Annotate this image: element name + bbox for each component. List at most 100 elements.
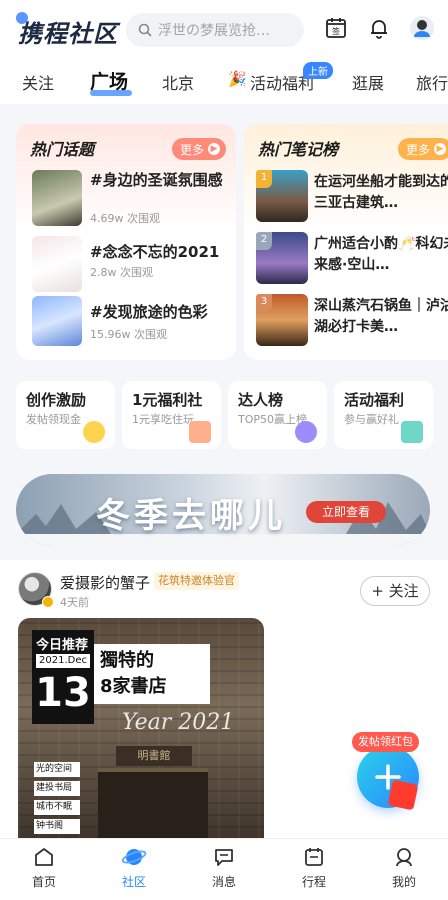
more-label: 更多 [406, 142, 431, 157]
topic-thumbnail [32, 170, 82, 226]
topic-thumbnail [32, 236, 82, 292]
nav-label: 社区 [121, 875, 146, 889]
quick-entry-top-creators[interactable]: 达人榜 TOP50赢上榜 [228, 381, 327, 449]
quick-entry-creation-reward[interactable]: 创作激励 发帖领现金 [16, 381, 115, 449]
nav-messages[interactable]: 消息 [192, 845, 256, 895]
recommend-date-box: 今日推荐 2021.Dec 13 [32, 630, 94, 724]
hot-notes-title: 热门笔记榜 [258, 140, 339, 159]
planet-icon [121, 849, 147, 865]
hot-topics-more-button[interactable]: 更多 ▶ [172, 138, 227, 160]
tab-travel[interactable]: 旅行 [416, 70, 448, 94]
search-placeholder: 浮世の梦展览抢… [158, 23, 270, 39]
arrow-right-icon: ▶ [208, 143, 221, 155]
tab-beijing[interactable]: 北京 [162, 70, 194, 94]
coin-icon [83, 421, 105, 443]
post-image-title: 獨特的 8家書店 [94, 644, 210, 704]
calendar-label: 签 [332, 26, 340, 36]
quick-entry-title: 达人榜 [238, 391, 284, 409]
gift-icon [189, 421, 211, 443]
note-item[interactable]: 1 在运河坐船才能到达的三亚古建筑… [256, 170, 448, 226]
quick-entry-one-yuan[interactable]: 1元福利社 1元享吃住玩 [122, 381, 221, 449]
nav-label: 我的 [391, 875, 416, 889]
hot-notes-more-button[interactable]: 更多 ▶ [398, 138, 448, 160]
note-item[interactable]: 2 广州适合小酌🥂科幻未来感·空山… [256, 232, 448, 288]
fab-red-packet-tag[interactable]: 发帖领红包 [352, 732, 419, 752]
side-tag: 城市不眠 [34, 800, 80, 815]
nav-label: 行程 [301, 875, 326, 889]
verified-badge-icon [42, 596, 54, 608]
quick-entry-subtitle: 1元享吃住玩 [132, 413, 194, 426]
search-icon [138, 23, 152, 37]
nav-label: 首页 [31, 875, 56, 889]
tab-follow[interactable]: 关注 [22, 70, 54, 94]
note-title: 深山蒸汽石锅鱼｜泸沽湖必打卡美… [314, 298, 448, 335]
rank-badge: 2 [256, 232, 272, 250]
topic-item[interactable]: #发现旅途的色彩 15.96w 次围观 [32, 296, 236, 352]
note-title: 在运河坐船才能到达的三亚古建筑… [314, 174, 448, 211]
topic-title: #身边的圣诞氛围感 [90, 171, 223, 189]
tab-square[interactable]: 广场 [90, 67, 128, 94]
follow-button[interactable]: + 关注 [360, 576, 430, 606]
nav-home[interactable]: 首页 [12, 845, 76, 895]
bookstore-door [98, 768, 208, 840]
new-badge: 上新 [303, 62, 333, 79]
more-label: 更多 [180, 142, 205, 157]
home-icon [35, 848, 53, 866]
nav-community[interactable]: 社区 [102, 845, 166, 895]
side-tag: 光的空间 [34, 762, 80, 777]
recommend-month: 2021.Dec [36, 654, 90, 668]
topic-views: 2.8w 次围观 [90, 266, 153, 279]
quick-entry-title: 创作激励 [26, 391, 87, 409]
bottom-nav: 首页 社区 消息 行程 我的 [0, 838, 448, 900]
topic-title: #发现旅途的色彩 [90, 303, 208, 321]
post-image[interactable]: 明書館 今日推荐 2021.Dec 13 獨特的 8家書店 Year 2021 … [18, 618, 264, 840]
post-time: 4天前 [60, 596, 89, 609]
message-icon [215, 849, 233, 866]
hot-topics-title: 热门话题 [30, 140, 95, 159]
party-icon [401, 421, 423, 443]
quick-entry-title: 活动福利 [344, 391, 405, 409]
recommend-label: 今日推荐 [36, 638, 89, 653]
party-popper-icon: 🎉 [228, 70, 247, 88]
quick-entry-title: 1元福利社 [132, 391, 203, 409]
topic-item[interactable]: #念念不忘的2021 2.8w 次围观 [32, 236, 236, 292]
note-title: 广州适合小酌🥂科幻未来感·空山… [314, 236, 448, 273]
topic-title: #念念不忘的2021 [90, 243, 220, 261]
banner-title: 冬季去哪儿 [96, 496, 286, 536]
rank-badge: 3 [256, 294, 272, 312]
note-item[interactable]: 3 深山蒸汽石锅鱼｜泸沽湖必打卡美… [256, 294, 448, 350]
author-name[interactable]: 爱摄影的蟹子 [60, 572, 150, 593]
medal-icon [295, 421, 317, 443]
topic-views: 4.69w 次围观 [90, 212, 160, 225]
rank-badge: 1 [256, 170, 272, 188]
side-tag: 钟书阁 [34, 819, 80, 834]
winter-banner[interactable]: 冬季去哪儿 立即查看 [16, 474, 430, 546]
quick-entry-subtitle: 发帖领现金 [26, 413, 81, 426]
arrow-right-icon: ▶ [434, 143, 447, 155]
topic-thumbnail [32, 296, 82, 346]
user-avatar-icon[interactable] [408, 14, 436, 42]
post-image-year: Year 2021 [122, 710, 235, 735]
banner-view-button[interactable]: 立即查看 [306, 501, 386, 523]
quick-entry-activity-rewards[interactable]: 活动福利 参与赢好礼 [334, 381, 433, 449]
search-input[interactable]: 浮世の梦展览抢… [126, 13, 304, 47]
nav-profile[interactable]: 我的 [372, 845, 436, 895]
topic-item[interactable]: #身边的圣诞氛围感 4.69w 次围观 [32, 170, 236, 226]
hot-notes-card: 热门笔记榜 更多 ▶ 1 在运河坐船才能到达的三亚古建筑… 2 广州适合小酌🥂科… [244, 124, 448, 360]
topic-views: 15.96w 次围观 [90, 328, 167, 341]
nav-trips[interactable]: 行程 [282, 845, 346, 895]
tab-exhibitions[interactable]: 逛展 [352, 70, 384, 94]
recommend-day: 13 [35, 670, 91, 716]
quick-entry-subtitle: 参与赢好礼 [344, 413, 399, 426]
itinerary-icon [305, 848, 323, 866]
side-tag: 建投书局 [34, 781, 80, 796]
nav-label: 消息 [211, 875, 236, 889]
red-envelope-icon [387, 779, 419, 811]
post-image-title-line1: 獨特的 [100, 650, 154, 671]
checkin-calendar-icon[interactable]: 签 [322, 14, 350, 42]
post-image-title-line2: 8家書店 [100, 676, 167, 697]
bell-icon[interactable] [365, 14, 393, 42]
author-tag: 花筑特邀体验官 [154, 572, 239, 590]
bookstore-signboard: 明書館 [116, 746, 192, 766]
brand-logo[interactable]: 携程社区 [18, 14, 118, 49]
